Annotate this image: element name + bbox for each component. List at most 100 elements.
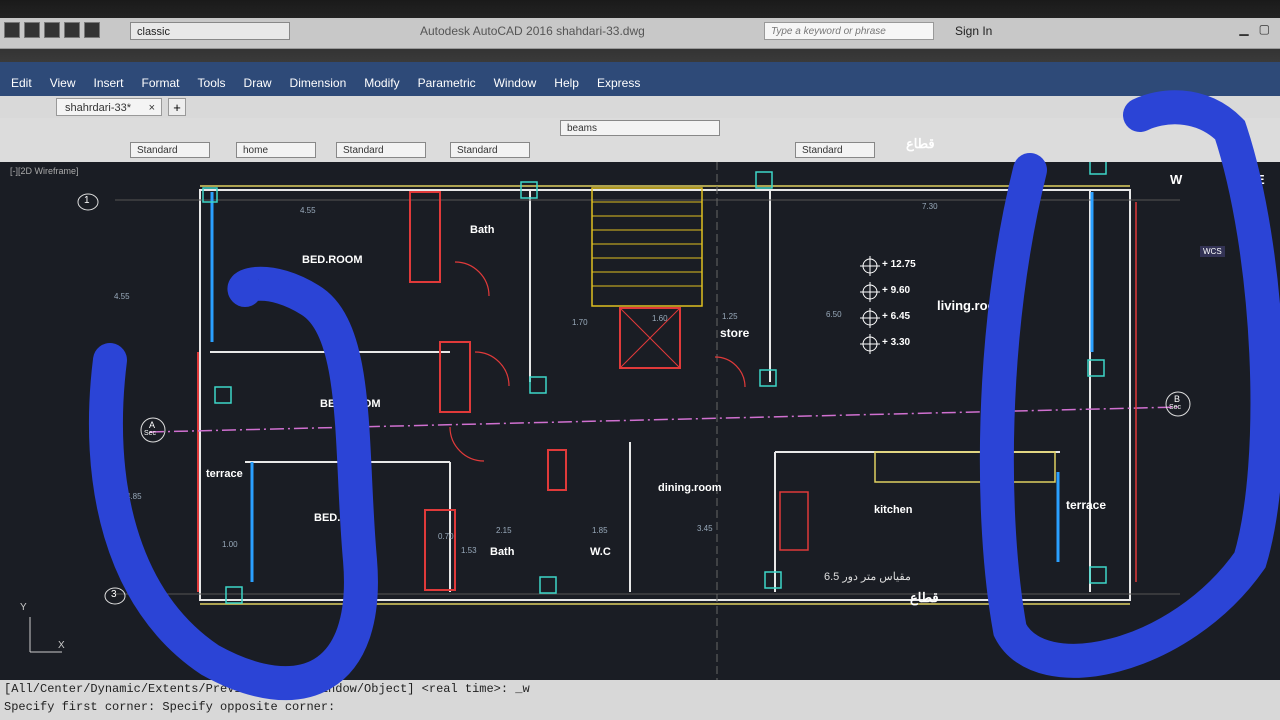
dim-12: 0.70 [438,532,454,541]
tab-document-label: shahrdari-33* [65,102,132,114]
window-title: Autodesk AutoCAD 2016 shahdari-33.dwg [420,24,645,38]
columns [202,162,1107,604]
undo-icon[interactable] [64,22,80,38]
outer-wall [199,189,1131,601]
dim-5: 6.50 [826,310,842,319]
room-label-bath2: Bath [490,546,515,558]
menu-item-tools[interactable]: Tools [189,76,235,90]
room-label-terrace-left: terrace [206,468,243,480]
door-swing-2 [474,351,510,387]
open-file-icon[interactable] [24,22,40,38]
room-label-bath1: Bath [470,224,495,236]
section-title-top: قطاع [906,136,935,151]
menu-item-draw[interactable]: Draw [235,76,281,90]
dim-10: 1.85 [592,526,608,535]
wcs-badge[interactable]: WCS [1200,246,1225,257]
menu-bar: Edit View Insert Format Tools Draw Dimension Mo… [0,62,1280,96]
grid-label-3: 3 [111,589,117,600]
tab-document[interactable]: shahrdari-33* × [56,98,162,116]
viewcube-west[interactable]: W [1170,172,1182,187]
dim-4: 1.25 [722,312,738,321]
text-style-combo[interactable]: Standard [130,142,210,158]
room-label-kitchen: kitchen [874,504,913,516]
new-tab-button[interactable]: + [168,98,186,116]
viewcube-east[interactable]: E [1256,172,1265,187]
scale-note: 6.5 مقياس متر دور [824,571,911,583]
menu-item-edit[interactable]: Edit [2,76,41,90]
dining-table [779,491,809,551]
document-tab-bar: shahrdari-33* × + [0,96,1280,119]
menu-item-window[interactable]: Window [485,76,546,90]
new-file-icon[interactable] [4,22,20,38]
dim-13: 1.53 [461,546,477,555]
wardrobe-4 [547,449,567,491]
room-label-store: store [720,326,750,340]
menu-item-modify[interactable]: Modify [355,76,408,90]
room-label-living: living.room [937,298,1008,313]
quick-access-toolbar [4,22,100,38]
menu-item-format[interactable]: Format [133,76,189,90]
redo-icon[interactable] [84,22,100,38]
level-marker-symbols [860,256,880,354]
title-bar: classic Autodesk AutoCAD 2016 shahdari-3… [0,18,1280,49]
search-input[interactable]: Type a keyword or phrase [764,22,934,40]
toolbar-row-2: Standard home Standard Standard Standard [0,140,1280,163]
menu-item-insert[interactable]: Insert [84,76,132,90]
save-icon[interactable] [44,22,60,38]
dim-2: 1.70 [572,318,588,327]
drawing-canvas[interactable]: [-][2D Wireframe] BED.ROOM BED.ROOM BED.… [0,136,1280,680]
level-1: + 12.75 [882,259,916,270]
room-label-bed3: BED. [314,512,341,524]
kitchen-counter [874,451,1056,483]
table-style-combo[interactable]: Standard [450,142,530,158]
section-label-b: B [1174,394,1181,404]
close-icon[interactable]: × [149,99,155,117]
toolbar-row-1: beams [0,118,1280,141]
maximize-icon[interactable]: ▢ [1259,22,1270,36]
room-label-dining: dining.room [658,482,722,494]
command-history-line-2: Specify first corner: Specify opposite c… [4,700,336,714]
menu-item-dimension[interactable]: Dimension [281,76,356,90]
section-label-b-sec: Sec [1169,404,1182,411]
wardrobe-1 [409,191,441,283]
section-title-bottom: قطاع [910,590,939,605]
stair-treads [592,201,702,287]
command-history-line-1: [All/Center/Dynamic/Extents/Previous/Sca… [4,682,530,696]
grid-label-1: 1 [84,195,90,206]
layer-combo[interactable]: beams [560,120,720,136]
dim-8: 4.85 [126,492,142,501]
minimize-icon[interactable]: ▁ [1239,22,1248,36]
sign-in-button[interactable]: Sign In [955,24,992,38]
dim-style-combo[interactable]: Standard [336,142,426,158]
dim-1: 4.55 [300,206,316,215]
menu-item-express[interactable]: Express [588,76,649,90]
menu-item-parametric[interactable]: Parametric [409,76,485,90]
menu-item-view[interactable]: View [41,76,85,90]
room-label-wc: W.C [590,546,611,558]
menu-item-help[interactable]: Help [545,76,588,90]
room-label-bed2: BED.ROOM [320,398,381,410]
section-line [149,406,1181,433]
home-combo[interactable]: home [236,142,316,158]
dim-3: 1.60 [652,314,668,323]
dim-14: 1.00 [222,540,238,549]
ucs-x-label: X [58,640,65,651]
level-4: + 3.30 [882,337,911,348]
section-label-a: A [149,420,156,430]
ucs-y-label: Y [20,602,27,613]
room-label-bed1: BED.ROOM [302,254,363,266]
floor-plan [29,162,1191,680]
room-label-terrace-right: terrace [1066,498,1107,512]
section-label-a-sec: Sec [144,430,157,437]
multileader-style-combo[interactable]: Standard [795,142,875,158]
door-swing-3 [449,426,485,462]
dim-7: 4.55 [114,292,130,301]
command-line[interactable]: [All/Center/Dynamic/Extents/Previous/Sca… [0,680,1280,720]
window-controls: ▁ ▢ [1239,22,1270,36]
level-2: + 9.60 [882,285,911,296]
door-swing-1 [454,261,490,297]
level-3: + 6.45 [882,311,911,322]
door-swing-4 [714,356,746,388]
stair [591,187,703,307]
workspace-select[interactable]: classic [130,22,290,40]
